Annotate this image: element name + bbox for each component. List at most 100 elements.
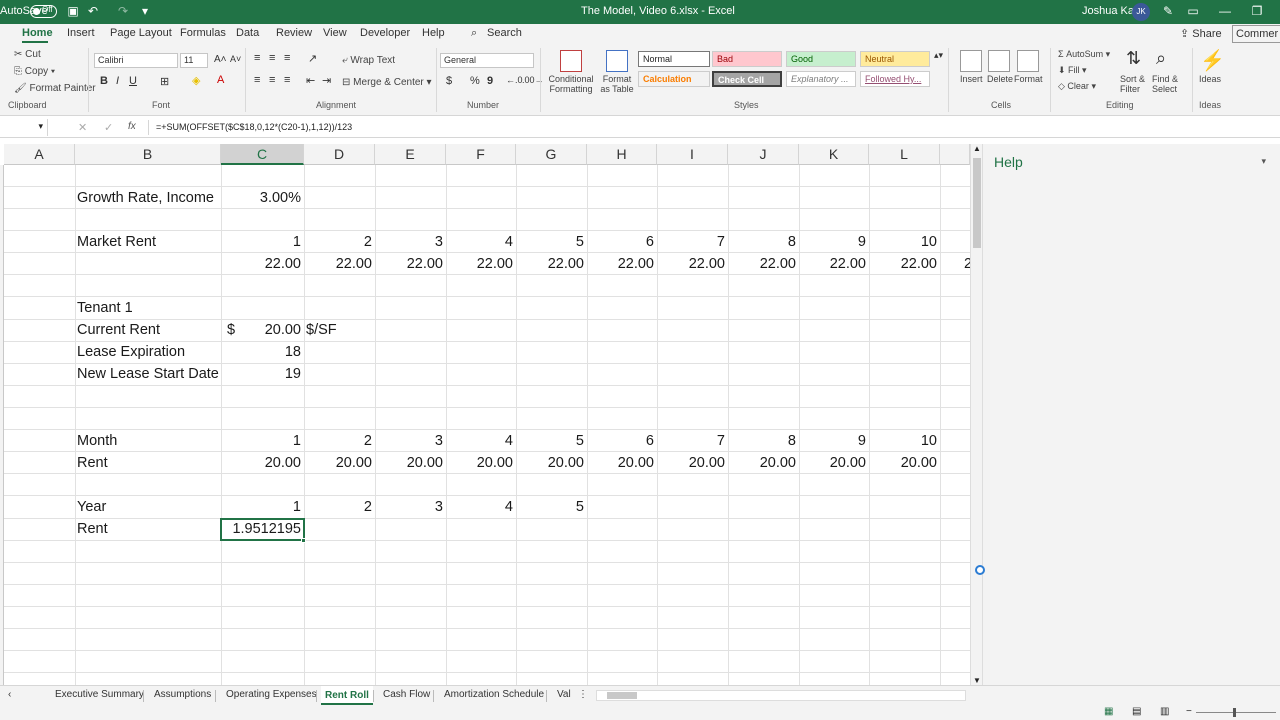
tab-developer[interactable]: Developer	[360, 27, 410, 39]
rent-value-cell[interactable]: 20.00	[728, 452, 799, 474]
column-header-partial[interactable]	[940, 144, 970, 165]
market-period-cell[interactable]: 2	[304, 231, 375, 253]
month-value-cell[interactable]: 8	[728, 430, 799, 452]
page-layout-view-icon[interactable]: ▤	[1132, 706, 1141, 717]
orientation-icon[interactable]: ↗	[308, 52, 317, 65]
tab-scroll-icon[interactable]: ‹	[8, 689, 11, 700]
market-period-cell[interactable]: 1	[221, 231, 304, 253]
italic-button[interactable]: I	[116, 75, 119, 87]
normal-view-icon[interactable]: ▦	[1104, 706, 1113, 717]
annual-rent-label[interactable]: Rent	[75, 518, 221, 540]
current-rent-label[interactable]: Current Rent	[75, 319, 221, 341]
minimize-icon[interactable]: —	[1218, 4, 1232, 18]
sheet-tab-valuation[interactable]: Valu	[557, 689, 571, 700]
increase-decimal-icon[interactable]: ←.0	[506, 75, 523, 85]
page-break-view-icon[interactable]: ▥	[1160, 706, 1169, 717]
year-value-cell[interactable]: 4	[446, 496, 516, 518]
bold-button[interactable]: B	[100, 75, 108, 87]
search-icon[interactable]: ⌕	[471, 27, 477, 40]
avatar[interactable]: JK	[1132, 3, 1150, 21]
month-label[interactable]: Month	[75, 430, 221, 452]
zoom-out-icon[interactable]: −	[1186, 706, 1192, 717]
tab-home[interactable]: Home	[22, 27, 53, 39]
market-period-cell[interactable]: 9	[799, 231, 869, 253]
horizontal-scrollbar[interactable]	[596, 690, 966, 701]
fill-handle[interactable]	[301, 538, 306, 543]
market-value-cell[interactable]: 22.00	[221, 253, 304, 275]
autosum-button[interactable]: Σ AutoSum ▾	[1058, 49, 1110, 60]
align-bottom-icon[interactable]: ≡	[284, 52, 290, 64]
sheet-tab-amortization-schedule[interactable]: Amortization Schedule	[444, 689, 544, 700]
align-center-icon[interactable]: ≡	[269, 74, 275, 86]
borders-icon[interactable]: ⊞	[160, 75, 169, 88]
merge-center-button[interactable]: ⊟ Merge & Center ▾	[342, 77, 432, 88]
rent-value-cell[interactable]: 20.00	[657, 452, 728, 474]
style-calculation[interactable]: Calculation	[638, 71, 710, 87]
style-bad[interactable]: Bad	[712, 51, 782, 67]
search-label[interactable]: Search	[487, 27, 522, 39]
month-value-cell[interactable]: 2	[304, 430, 375, 452]
market-period-cell[interactable]: 8	[728, 231, 799, 253]
delete-cells-button[interactable]: Delete	[987, 74, 1013, 84]
market-value-cell[interactable]: 22.00	[304, 253, 375, 275]
row-header-strip[interactable]	[0, 165, 4, 685]
find-select-icon[interactable]: ⌕	[1156, 48, 1166, 69]
market-value-cell[interactable]: 22.00	[799, 253, 869, 275]
align-right-icon[interactable]: ≡	[284, 74, 290, 86]
market-period-cell[interactable]: 10	[869, 231, 940, 253]
new-lease-start-value[interactable]: 19	[221, 363, 304, 385]
tenant-label[interactable]: Tenant 1	[75, 297, 221, 319]
sheet-tab-assumptions[interactable]: Assumptions	[154, 689, 211, 700]
tab-view[interactable]: View	[323, 27, 347, 39]
percent-button[interactable]: %	[470, 75, 480, 87]
column-header-i[interactable]: I	[657, 144, 728, 165]
tab-help[interactable]: Help	[422, 27, 445, 39]
column-header-e[interactable]: E	[375, 144, 446, 165]
clear-button[interactable]: ◇ Clear ▾	[1058, 81, 1096, 92]
month-value-cell[interactable]: 5	[516, 430, 587, 452]
sort-filter-icon[interactable]: ⇅	[1126, 48, 1141, 69]
rent-value-cell[interactable]: 20.00	[799, 452, 869, 474]
sort-filter-button[interactable]: Sort & Filter	[1120, 74, 1154, 94]
conditional-formatting-icon[interactable]	[560, 50, 582, 72]
font-name-select[interactable]: Calibri	[94, 53, 178, 68]
growth-rate-label[interactable]: Growth Rate, Income	[75, 187, 221, 209]
number-format-select[interactable]: General	[440, 53, 534, 68]
new-lease-start-label[interactable]: New Lease Start Date	[75, 363, 221, 385]
column-header-b[interactable]: B	[75, 144, 221, 165]
sheet-tab-cash-flow[interactable]: Cash Flow	[383, 689, 430, 700]
month-value-cell[interactable]: 4	[446, 430, 516, 452]
scroll-thumb[interactable]	[973, 158, 981, 248]
tab-formulas[interactable]: Formulas	[180, 27, 226, 39]
insert-cells-icon[interactable]	[960, 50, 982, 72]
market-period-cell[interactable]: 6	[587, 231, 657, 253]
decrease-indent-icon[interactable]: ⇤	[306, 74, 315, 87]
scroll-up-icon[interactable]: ▲	[973, 144, 981, 153]
vertical-scrollbar[interactable]: ▲ ▼	[970, 144, 982, 685]
month-value-cell[interactable]: 3	[375, 430, 446, 452]
autosave-toggle[interactable]: Off	[30, 5, 57, 18]
sheet-tab-operating-expenses[interactable]: Operating Expenses	[226, 689, 317, 700]
column-header-d[interactable]: D	[304, 144, 375, 165]
cancel-icon[interactable]: ✕	[78, 121, 87, 134]
style-normal[interactable]: Normal	[638, 51, 710, 67]
zoom-slider-thumb[interactable]	[1233, 708, 1236, 717]
market-value-cell[interactable]: 22.00	[375, 253, 446, 275]
style-check-cell[interactable]: Check Cell	[712, 71, 782, 87]
market-value-cell[interactable]: 22.00	[657, 253, 728, 275]
column-header-j[interactable]: J	[728, 144, 799, 165]
market-value-cell[interactable]: 22.00	[446, 253, 516, 275]
format-painter-button[interactable]: 🖌 Format Painter	[14, 83, 96, 94]
save-icon[interactable]: ▣	[66, 4, 80, 18]
rent-value-cell[interactable]: 20.00	[375, 452, 446, 474]
style-explanatory[interactable]: Explanatory ...	[786, 71, 856, 87]
current-rent-value[interactable]: 20.00	[221, 319, 304, 341]
tab-insert[interactable]: Insert	[67, 27, 95, 39]
column-header-h[interactable]: H	[587, 144, 657, 165]
month-value-cell[interactable]: 9	[799, 430, 869, 452]
month-value-cell[interactable]: 10	[869, 430, 940, 452]
column-header-g[interactable]: G	[516, 144, 587, 165]
comma-button[interactable]: 9	[487, 75, 493, 87]
tab-page-layout[interactable]: Page Layout	[110, 27, 172, 39]
find-select-button[interactable]: Find & Select	[1152, 74, 1186, 94]
